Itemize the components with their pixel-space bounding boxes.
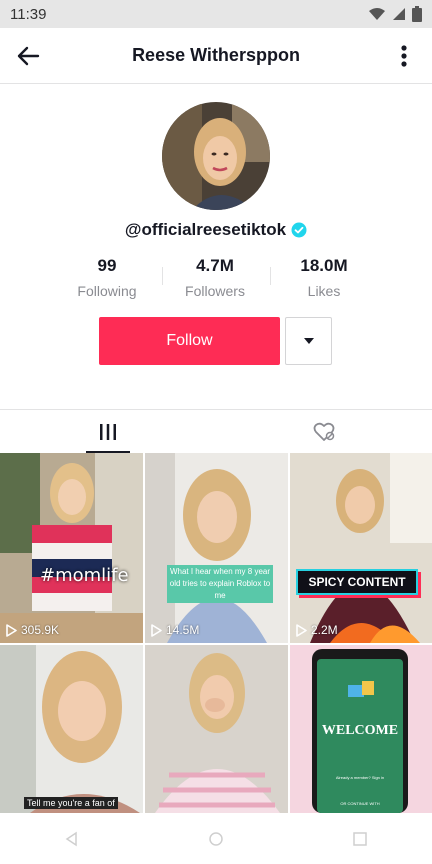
video-thumbnail-image bbox=[0, 453, 143, 643]
caret-down-icon bbox=[303, 338, 314, 344]
avatar[interactable] bbox=[162, 102, 270, 210]
stat-likes[interactable]: 18.0M Likes bbox=[274, 255, 374, 301]
page-title: Reese Withersppon bbox=[132, 45, 300, 65]
battery-icon bbox=[412, 6, 422, 22]
video-small-text: Already a member? Sign in bbox=[335, 775, 385, 780]
stat-label: Followers bbox=[185, 283, 245, 299]
video-thumbnail-image bbox=[0, 645, 143, 813]
video-thumbnail[interactable]: What I hear when my 8 year old tries to … bbox=[145, 453, 288, 643]
system-nav-bar bbox=[0, 813, 432, 864]
more-vertical-icon bbox=[401, 45, 407, 67]
video-overlay-text: #momlife bbox=[40, 565, 129, 586]
video-thumbnail[interactable] bbox=[145, 645, 288, 813]
profile-handle: @officialreesetiktok bbox=[124, 220, 287, 239]
nav-recents-icon[interactable] bbox=[352, 831, 368, 847]
stat-value: 18.0M bbox=[300, 256, 348, 275]
video-thumbnail[interactable]: WELCOME Already a member? Sign in OR CON… bbox=[290, 645, 432, 813]
more-options-button[interactable] bbox=[392, 40, 416, 72]
video-thumbnail[interactable]: #momlife 305.9K bbox=[0, 453, 143, 643]
tab-videos[interactable] bbox=[0, 410, 216, 453]
video-thumbnail-image bbox=[145, 645, 288, 813]
video-thumbnail-image bbox=[145, 453, 288, 643]
suggested-accounts-button[interactable] bbox=[285, 317, 332, 365]
top-bar: Reese Withersppon bbox=[0, 28, 432, 84]
verified-badge-icon bbox=[291, 222, 307, 238]
follow-button[interactable]: Follow bbox=[99, 317, 280, 365]
profile-stats: 99 Following 4.7M Followers 18.0M Likes bbox=[0, 255, 432, 305]
view-count-label: 2.2M bbox=[311, 623, 338, 637]
view-count-label: 305.9K bbox=[21, 623, 60, 637]
status-time: 11:39 bbox=[10, 5, 47, 23]
video-overlay-text: WELCOME bbox=[321, 723, 399, 738]
grid-icon bbox=[100, 423, 116, 440]
handle-row: @officialreesetiktok bbox=[0, 218, 432, 242]
status-icons bbox=[368, 6, 422, 22]
play-icon bbox=[296, 623, 307, 637]
nav-home-icon[interactable] bbox=[208, 831, 224, 847]
liked-heart-icon bbox=[313, 422, 335, 441]
stat-label: Likes bbox=[307, 283, 341, 299]
stat-value: 4.7M bbox=[196, 256, 234, 275]
back-button[interactable] bbox=[14, 42, 42, 70]
stat-value: 99 bbox=[97, 256, 117, 275]
video-thumbnail[interactable]: SPICY CONTENT 2.2M bbox=[290, 453, 432, 643]
nav-back-icon[interactable] bbox=[64, 831, 80, 847]
video-small-text: OR CONTINUE WITH bbox=[340, 801, 380, 806]
view-count: 14.5M bbox=[151, 623, 199, 637]
video-thumbnail-image bbox=[290, 453, 432, 643]
stat-followers[interactable]: 4.7M Followers bbox=[165, 255, 265, 301]
status-bar: 11:39 bbox=[0, 0, 432, 28]
play-icon bbox=[6, 623, 17, 637]
play-icon bbox=[151, 623, 162, 637]
video-overlay-text: What I hear when my 8 year old tries to … bbox=[167, 565, 273, 603]
view-count: 2.2M bbox=[296, 623, 338, 637]
stat-divider bbox=[270, 267, 271, 285]
video-thumbnail[interactable]: Tell me you're a fan of bbox=[0, 645, 143, 813]
video-overlay-text: SPICY CONTENT bbox=[296, 569, 418, 595]
back-arrow-icon bbox=[17, 46, 40, 66]
video-overlay-text: Tell me you're a fan of bbox=[24, 797, 118, 809]
view-count-label: 14.5M bbox=[166, 623, 200, 637]
wifi-icon bbox=[369, 8, 385, 20]
view-count: 305.9K bbox=[6, 623, 59, 637]
stat-divider bbox=[162, 267, 163, 285]
video-grid: #momlife 305.9K What I hear when my 8 ye… bbox=[0, 453, 432, 813]
profile-tabs bbox=[0, 409, 432, 453]
stat-following[interactable]: 99 Following bbox=[57, 255, 157, 301]
stat-label: Following bbox=[77, 283, 137, 299]
signal-icon bbox=[393, 8, 405, 20]
avatar-image bbox=[162, 102, 270, 210]
tab-liked[interactable] bbox=[216, 410, 432, 453]
